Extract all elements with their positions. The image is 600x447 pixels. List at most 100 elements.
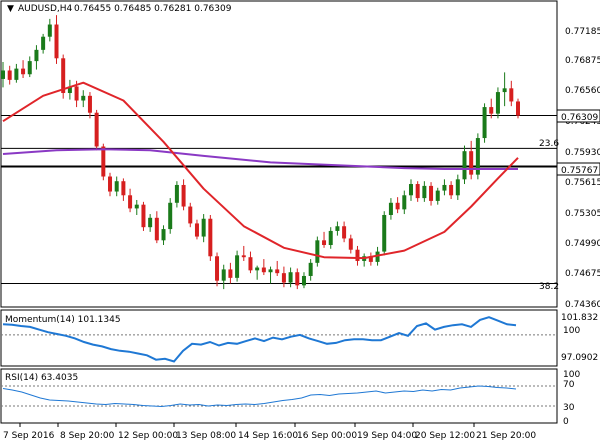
candle-body bbox=[502, 88, 507, 93]
candle-body bbox=[295, 272, 300, 286]
candle-body bbox=[255, 267, 260, 271]
symbol-label: AUDUSD,H4 bbox=[18, 4, 73, 14]
rsi-title: RSI(14) 63.4035 bbox=[5, 373, 78, 383]
candle-body bbox=[429, 185, 434, 201]
candle-body bbox=[435, 190, 440, 201]
momentum-title: Momentum(14) 101.1345 bbox=[5, 315, 121, 325]
candle-body bbox=[422, 185, 427, 199]
candle-body bbox=[7, 70, 12, 80]
candle-body bbox=[14, 68, 19, 80]
time-tick-label: 12 Sep 00:00 bbox=[118, 431, 178, 441]
candle-body bbox=[221, 269, 226, 281]
candle-body bbox=[415, 184, 420, 199]
price-panel-frame bbox=[0, 0, 558, 308]
plot-layer bbox=[1, 15, 557, 427]
rsi-panel-frame bbox=[0, 368, 558, 424]
momentum-tick-label: 101.832 bbox=[561, 313, 598, 323]
candle-body bbox=[328, 230, 333, 246]
time-tick-label: 19 Sep 04:00 bbox=[357, 431, 417, 441]
candle-body bbox=[34, 49, 39, 62]
candle-body bbox=[201, 218, 206, 237]
candle-body bbox=[108, 176, 113, 192]
momentum-tick-label: 100 bbox=[563, 326, 580, 336]
candle-body bbox=[174, 184, 179, 203]
candle-body bbox=[235, 255, 240, 278]
price-tick-label: 0.75305 bbox=[565, 209, 600, 219]
candle-body bbox=[482, 107, 487, 139]
candle-body bbox=[281, 273, 286, 283]
candle-body bbox=[516, 101, 520, 116]
rsi-tick-label: 70 bbox=[563, 380, 575, 390]
candle-body bbox=[114, 181, 119, 192]
price-tick-label: 0.75615 bbox=[565, 178, 600, 188]
candle-body bbox=[54, 24, 59, 59]
candle-body bbox=[509, 88, 514, 102]
candle-body bbox=[442, 184, 447, 191]
price-tick-label: 0.77185 bbox=[565, 27, 600, 37]
candle-body bbox=[408, 184, 413, 196]
price-tick-label: 0.74990 bbox=[565, 239, 600, 249]
candle-body bbox=[342, 226, 347, 239]
candle-body bbox=[27, 61, 32, 75]
candle-body bbox=[148, 217, 153, 228]
candle-body bbox=[194, 223, 199, 237]
candle-body bbox=[335, 226, 340, 231]
chart-canvas: ▼ AUDUSD,H4 0.76455 0.76485 0.76281 0.76… bbox=[0, 0, 600, 441]
candle-body bbox=[208, 218, 213, 257]
rsi-line bbox=[2, 385, 517, 408]
time-tick-label: 7 Sep 2016 bbox=[3, 431, 55, 441]
candle-body bbox=[495, 92, 500, 114]
candle-body bbox=[288, 272, 293, 283]
price-tick-label: 0.74675 bbox=[565, 269, 600, 279]
candle-body bbox=[141, 204, 146, 228]
candle-body bbox=[248, 257, 253, 271]
candle-body bbox=[228, 269, 233, 278]
time-tick-label: 8 Sep 20:00 bbox=[60, 431, 115, 441]
rsi-tick-label: 100 bbox=[563, 370, 580, 380]
candle-body bbox=[215, 256, 220, 281]
candle-body bbox=[47, 24, 52, 37]
candle-body bbox=[128, 195, 133, 209]
sma20-line bbox=[2, 81, 519, 260]
collapse-arrow-icon[interactable]: ▼ bbox=[7, 4, 14, 14]
candle-body bbox=[355, 249, 360, 261]
candle-body bbox=[275, 269, 280, 274]
candle-body bbox=[395, 202, 400, 210]
time-tick-label: 16 Sep 00:00 bbox=[297, 431, 357, 441]
candle-body bbox=[348, 238, 353, 250]
rsi-tick-label: 0 bbox=[563, 417, 569, 427]
candle-body bbox=[188, 206, 193, 224]
candle-body bbox=[241, 255, 246, 258]
candle-body bbox=[322, 240, 327, 246]
candle-body bbox=[74, 86, 79, 101]
candle-body bbox=[181, 184, 186, 207]
candle-body bbox=[489, 107, 494, 114]
candle-body bbox=[41, 36, 46, 50]
rsi-tick-label: 30 bbox=[563, 403, 575, 413]
candle-body bbox=[94, 112, 99, 147]
candle-body bbox=[469, 151, 474, 175]
candle-body bbox=[81, 95, 86, 101]
candle-body bbox=[315, 240, 320, 263]
candle-body bbox=[301, 275, 306, 286]
candle-body bbox=[101, 146, 106, 177]
time-tick-label: 20 Sep 12:00 bbox=[415, 431, 475, 441]
candle-body bbox=[121, 181, 126, 196]
fib-label-23-6: 23.6 bbox=[539, 139, 559, 149]
momentum-tick-label: 97.0902 bbox=[561, 353, 598, 363]
price-tick-label: 0.74360 bbox=[565, 300, 600, 310]
level-price-label: 0.75767 bbox=[561, 166, 598, 176]
candle-body bbox=[261, 267, 266, 273]
candle-body bbox=[455, 179, 460, 196]
candle-body bbox=[168, 202, 173, 230]
price-tick-label: 0.76875 bbox=[565, 56, 600, 66]
candle-body bbox=[402, 195, 407, 210]
time-tick-label: 13 Sep 08:00 bbox=[176, 431, 236, 441]
candle-body bbox=[449, 184, 454, 196]
candle-body bbox=[382, 214, 387, 252]
candle-body bbox=[134, 204, 139, 209]
candle-body bbox=[21, 68, 26, 75]
price-tick-label: 0.76560 bbox=[565, 86, 600, 96]
time-tick-label: 14 Sep 16:00 bbox=[238, 431, 298, 441]
candle-body bbox=[154, 217, 159, 241]
